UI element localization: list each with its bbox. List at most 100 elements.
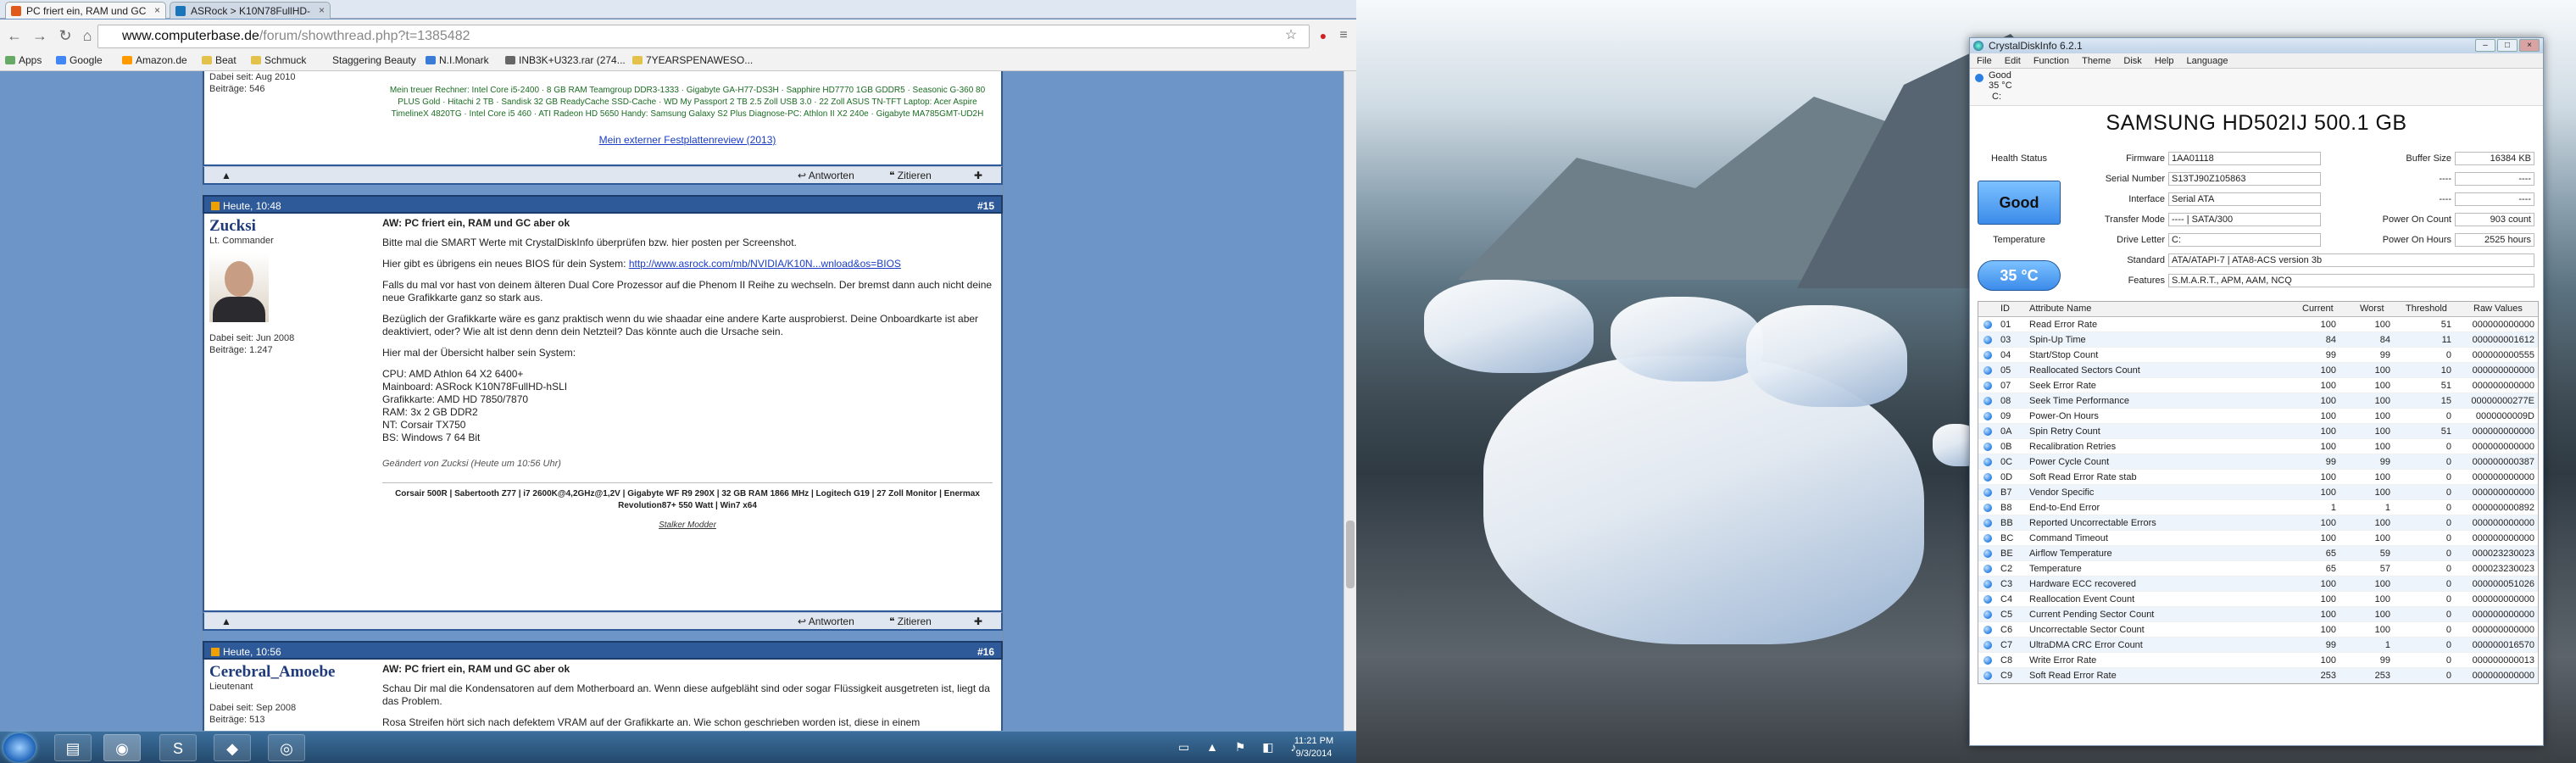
user-since: Dabei seit: Aug 2010	[209, 72, 296, 82]
quote-button[interactable]: ❝ Zitieren	[889, 170, 932, 181]
crystaldiskinfo-taskbar-icon[interactable]: ◎	[268, 734, 305, 761]
maximize-button[interactable]: □	[2497, 39, 2518, 52]
menu-edit[interactable]: Edit	[2005, 56, 2021, 66]
attr-threshold: 0	[2445, 487, 2451, 498]
multiquote-icon[interactable]: ✚	[974, 170, 982, 181]
table-row[interactable]: BB Reported Uncorrectable Errors 100 100 0 00…	[1978, 515, 2538, 531]
address-bar[interactable]: www.computerbase.de/forum/showthread.php…	[97, 25, 1310, 48]
attr-current: 100	[2320, 518, 2336, 528]
table-row[interactable]: 01 Read Error Rate 100 100 51 000000000000	[1978, 317, 2538, 332]
table-row[interactable]: C2 Temperature 65 57 0 000023230023	[1978, 561, 2538, 576]
col-current[interactable]: Current	[2302, 304, 2334, 314]
table-row[interactable]: C9 Soft Read Error Rate 253 253 0 00000000000…	[1978, 668, 2538, 683]
window-titlebar[interactable]: CrystalDiskInfo 6.2.1 – □ ×	[1970, 38, 2543, 53]
col-attribute-name[interactable]: Attribute Name	[2029, 304, 2091, 314]
table-row[interactable]: C7 UltraDMA CRC Error Count 99 1 0 0000000165…	[1978, 638, 2538, 653]
quote-button[interactable]: ❝ Zitieren	[889, 615, 932, 627]
username[interactable]: Zucksi	[209, 217, 256, 235]
table-row[interactable]: B8 End-to-End Error 1 1 0 000000000892	[1978, 500, 2538, 515]
home-icon[interactable]: ⌂	[78, 26, 97, 45]
bookmark-star-icon[interactable]: ☆	[1282, 26, 1300, 45]
col-worst[interactable]: Worst	[2360, 304, 2384, 314]
user-rank: Lieutenant	[209, 682, 253, 692]
app-icon[interactable]: ◆	[214, 734, 251, 761]
bios-link[interactable]: http://www.asrock.com/mb/NVIDIA/K10N...w…	[629, 258, 901, 270]
table-row[interactable]: 0A Spin Retry Count 100 100 51 000000000000	[1978, 424, 2538, 439]
menu-help[interactable]: Help	[2155, 56, 2174, 66]
minimize-button[interactable]: –	[2475, 39, 2495, 52]
forward-arrow-icon[interactable]: →	[31, 26, 49, 45]
table-row[interactable]: 09 Power-On Hours 100 100 0 0000000009D	[1978, 409, 2538, 424]
table-row[interactable]: C6 Uncorrectable Sector Count 100 100 0 00000…	[1978, 622, 2538, 638]
table-row[interactable]: B7 Vendor Specific 100 100 0 000000000000	[1978, 485, 2538, 500]
bookmark-inb3k[interactable]: INB3K+U323.rar (274...	[505, 54, 626, 66]
post-number[interactable]: #16	[977, 643, 994, 661]
chrome-icon[interactable]: ◉	[103, 734, 141, 761]
table-row[interactable]: 03 Spin-Up Time 84 84 11 000000001612	[1978, 332, 2538, 348]
report-warning-icon[interactable]: ▲	[221, 615, 231, 627]
close-button[interactable]: ×	[2519, 39, 2540, 52]
table-row[interactable]: 0B Recalibration Retries 100 100 0 0000000000…	[1978, 439, 2538, 454]
extension-icon[interactable]: ●	[1314, 26, 1333, 45]
table-row[interactable]: C3 Hardware ECC recovered 100 100 0 000000051…	[1978, 576, 2538, 592]
table-row[interactable]: 07 Seek Error Rate 100 100 51 000000000000	[1978, 378, 2538, 393]
report-warning-icon[interactable]: ▲	[221, 170, 231, 181]
attr-id: 0B	[2000, 442, 2012, 452]
bookmark-amazon[interactable]: Amazon.de	[122, 54, 187, 66]
table-row[interactable]: C4 Reallocation Event Count 100 100 0 0000000…	[1978, 592, 2538, 607]
tab-forum-thread[interactable]: PC friert ein, RAM und GC ×	[5, 2, 166, 19]
bookmark-beat[interactable]: Beat	[202, 54, 236, 66]
table-row[interactable]: 04 Start/Stop Count 99 99 0 000000000555	[1978, 348, 2538, 363]
bookmark-schmuck[interactable]: Schmuck	[251, 54, 306, 66]
start-button[interactable]	[3, 733, 36, 762]
username[interactable]: Cerebral_Amoebe	[209, 663, 335, 681]
bookmarks-bar: Apps Google Amazon.de Beat Schmuck Stagg…	[0, 51, 1356, 71]
post-header: Heute, 10:48 #15	[203, 195, 1003, 214]
table-row[interactable]: 0D Soft Read Error Rate stab 100 100 0 000000…	[1978, 470, 2538, 485]
bookmark-7years[interactable]: 7YEARSPENAWESO...	[632, 54, 753, 66]
post-number[interactable]: #15	[977, 197, 994, 215]
explorer-icon[interactable]: ▤	[54, 734, 92, 761]
tab-asrock[interactable]: ASRock > K10N78FullHD- ×	[170, 2, 331, 19]
reply-button[interactable]: ↩ Antworten	[798, 615, 854, 627]
menu-disk[interactable]: Disk	[2123, 56, 2141, 66]
table-row[interactable]: BC Command Timeout 100 100 0 000000000000	[1978, 531, 2538, 546]
bookmark-apps[interactable]: Apps	[5, 54, 42, 66]
bookmark-monark[interactable]: N.I.Monark	[426, 54, 489, 66]
col-raw-values[interactable]: Raw Values	[2473, 304, 2523, 314]
table-row[interactable]: 0C Power Cycle Count 99 99 0 000000000387	[1978, 454, 2538, 470]
close-tab-icon[interactable]: ×	[154, 4, 160, 16]
skype-icon[interactable]: S	[159, 734, 197, 761]
table-row[interactable]: C8 Write Error Rate 100 99 0 000000000013	[1978, 653, 2538, 668]
menu-file[interactable]: File	[1977, 56, 1992, 66]
multiquote-icon[interactable]: ✚	[974, 615, 982, 627]
table-row[interactable]: C5 Current Pending Sector Count 100 100 0 000…	[1978, 607, 2538, 622]
bookmark-staggering-beauty[interactable]: Staggering Beauty	[332, 54, 416, 66]
serial-label: Serial Number	[2105, 174, 2165, 184]
health-status-button[interactable]: Good	[1978, 181, 2061, 225]
menu-language[interactable]: Language	[2187, 56, 2228, 66]
review-link[interactable]: Mein externer Festplattenreview (2013)	[599, 134, 776, 146]
bookmark-google[interactable]: Google	[56, 54, 103, 66]
table-row[interactable]: BE Airflow Temperature 65 59 0 000023230023	[1978, 546, 2538, 561]
user-rank: Lt. Commander	[209, 236, 274, 246]
menu-function[interactable]: Function	[2034, 56, 2069, 66]
signature-link[interactable]: Stalker Modder	[382, 519, 993, 532]
reload-icon[interactable]: ↻	[56, 26, 75, 45]
taskbar-clock[interactable]: 11:21 PM 9/3/2014	[1284, 735, 1344, 760]
menu-theme[interactable]: Theme	[2082, 56, 2111, 66]
drive-selector[interactable]: Good 35 °C C:	[1970, 69, 2543, 106]
temperature-button[interactable]: 35 °C	[1978, 260, 2061, 291]
back-arrow-icon[interactable]: ←	[5, 26, 24, 45]
col-id[interactable]: ID	[2000, 304, 2010, 314]
reply-button[interactable]: ↩ Antworten	[798, 170, 854, 181]
close-tab-icon[interactable]: ×	[319, 4, 325, 16]
menu-icon[interactable]: ≡	[1334, 26, 1353, 45]
scrollbar-thumb[interactable]	[1346, 521, 1355, 588]
firmware-label: Firmware	[2126, 153, 2165, 164]
table-row[interactable]: 05 Reallocated Sectors Count 100 100 10 00000…	[1978, 363, 2538, 378]
col-threshold[interactable]: Threshold	[2406, 304, 2447, 314]
table-row[interactable]: 08 Seek Time Performance 100 100 15 000000002…	[1978, 393, 2538, 409]
page-scrollbar[interactable]	[1344, 71, 1356, 731]
ice-block	[1746, 305, 1907, 407]
